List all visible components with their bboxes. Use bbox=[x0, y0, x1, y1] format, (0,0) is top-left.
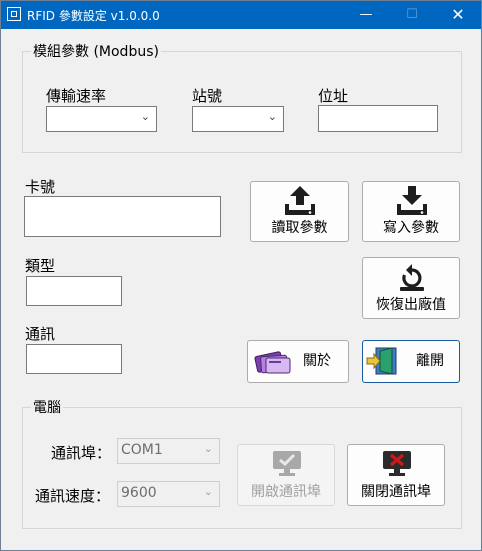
card-number-input[interactable] bbox=[24, 196, 221, 237]
baud-rate-label: 傳輸速率 bbox=[46, 87, 107, 105]
about-button[interactable]: 關於 bbox=[247, 340, 349, 383]
monitor-check-icon bbox=[273, 451, 301, 476]
chevron-down-icon: ⌄ bbox=[203, 442, 213, 455]
port-label: 通訊埠： bbox=[51, 444, 112, 462]
restore-defaults-button[interactable]: 恢復出廠值 bbox=[362, 257, 460, 319]
download-icon bbox=[397, 186, 427, 215]
minimize-button[interactable]: — bbox=[343, 1, 389, 29]
card-label: 卡號 bbox=[25, 178, 56, 196]
exit-label: 離開 bbox=[416, 353, 444, 369]
upload-icon bbox=[285, 186, 315, 215]
speed-select[interactable]: 9600 ⌄ bbox=[117, 481, 220, 507]
speed-label: 通訊速度： bbox=[35, 487, 111, 505]
station-label: 站號 bbox=[192, 87, 223, 105]
restore-icon bbox=[400, 264, 424, 291]
open-port-label: 開啟通訊埠 bbox=[251, 484, 321, 500]
close-port-label: 關閉通訊埠 bbox=[361, 484, 431, 500]
title-bar: RFID 參數設定 v1.0.0.0 — ☐ ✕ bbox=[1, 1, 481, 29]
write-params-label: 寫入參數 bbox=[383, 220, 439, 236]
restore-defaults-label: 恢復出廠值 bbox=[376, 297, 446, 313]
close-port-button[interactable]: 關閉通訊埠 bbox=[347, 444, 445, 506]
module-params-title: 模組參數 (Modbus) bbox=[31, 41, 161, 61]
close-button[interactable]: ✕ bbox=[435, 1, 481, 29]
exit-door-icon bbox=[366, 347, 397, 375]
comm-input[interactable] bbox=[26, 344, 122, 374]
baud-rate-select[interactable]: ⌄ bbox=[46, 106, 157, 132]
monitor-close-icon bbox=[383, 451, 411, 476]
about-label: 關於 bbox=[303, 353, 331, 369]
type-label: 類型 bbox=[25, 257, 56, 275]
main-window: RFID 參數設定 v1.0.0.0 — ☐ ✕ 模組參數 (Modbus) 傳… bbox=[0, 0, 482, 551]
station-select[interactable]: ⌄ bbox=[192, 106, 284, 132]
computer-group-title: 電腦 bbox=[31, 397, 63, 417]
maximize-button[interactable]: ☐ bbox=[389, 1, 435, 29]
address-input[interactable] bbox=[318, 105, 438, 132]
chevron-down-icon: ⌄ bbox=[267, 110, 277, 123]
chevron-down-icon: ⌄ bbox=[140, 110, 150, 123]
address-label: 位址 bbox=[318, 87, 349, 105]
read-params-label: 讀取參數 bbox=[271, 220, 328, 236]
type-input[interactable] bbox=[26, 276, 122, 306]
speed-value: 9600 bbox=[121, 485, 157, 501]
window-title: RFID 參數設定 v1.0.0.0 bbox=[27, 9, 160, 23]
read-params-button[interactable]: 讀取參數 bbox=[250, 181, 349, 242]
write-params-button[interactable]: 寫入參數 bbox=[362, 181, 460, 242]
comm-label: 通訊 bbox=[25, 325, 56, 343]
exit-button[interactable]: 離開 bbox=[362, 340, 460, 383]
port-select[interactable]: COM1 ⌄ bbox=[117, 438, 220, 464]
app-icon bbox=[7, 7, 21, 21]
open-port-button[interactable]: 開啟通訊埠 bbox=[237, 444, 335, 506]
port-value: COM1 bbox=[121, 442, 163, 458]
chevron-down-icon: ⌄ bbox=[203, 485, 213, 498]
